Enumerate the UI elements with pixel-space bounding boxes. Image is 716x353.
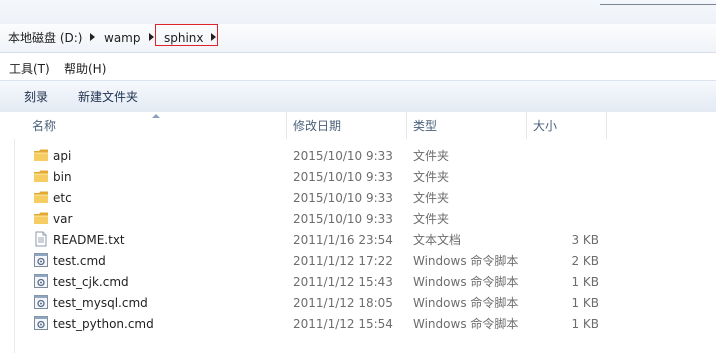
folder-icon [33,168,49,184]
breadcrumb-arrow-icon[interactable] [90,33,95,41]
file-modified-date: 2011/1/16 23:54 [293,233,393,247]
file-row[interactable]: test.cmd 2011/1/12 17:22 Windows 命令脚本 2 KB [28,250,628,271]
file-size: 2 KB [571,254,599,268]
file-name[interactable]: api [53,148,71,164]
file-size [539,148,599,164]
file-row[interactable]: test_cjk.cmd 2011/1/12 15:43 Windows 命令脚本 1… [28,271,628,292]
file-modified-date: 2015/10/10 9:33 [293,212,393,226]
file-size: 1 KB [571,296,599,310]
column-header-size[interactable]: 大小 [533,118,557,134]
file-name[interactable]: README.txt [53,232,125,248]
file-size [539,190,599,206]
folder-icon [33,210,49,226]
file-modified-date: 2015/10/10 9:33 [293,170,393,184]
script-file-icon [33,273,49,289]
column-divider[interactable] [606,112,607,139]
file-type: Windows 命令脚本 [413,296,519,310]
file-name[interactable]: test_python.cmd [53,316,154,332]
file-name[interactable]: var [53,211,72,227]
script-file-icon [33,252,49,268]
file-modified-date: 2015/10/10 9:33 [293,149,393,163]
window-top-strip [0,0,716,25]
file-name[interactable]: etc [53,190,72,206]
column-header-name[interactable]: 名称 [32,118,56,134]
file-modified-date: 2011/1/12 15:54 [293,317,393,331]
file-size [539,169,599,185]
file-modified-date: 2011/1/12 18:05 [293,296,393,310]
file-modified-date: 2011/1/12 15:43 [293,275,393,289]
script-file-icon [33,294,49,310]
menu-help[interactable]: 帮助(H) [64,61,106,77]
file-type: Windows 命令脚本 [413,275,519,289]
column-divider[interactable] [406,112,407,139]
divider-line [600,4,716,5]
file-name[interactable]: bin [53,169,72,185]
navigation-pane[interactable] [0,112,15,353]
file-size: 1 KB [571,275,599,289]
file-row[interactable]: test_mysql.cmd 2011/1/12 18:05 Windows 命令脚… [28,292,628,313]
menu-tools[interactable]: 工具(T) [9,61,50,77]
menu-bar: 工具(T) 帮助(H) [0,58,716,80]
script-file-icon [33,315,49,331]
column-divider[interactable] [526,112,527,139]
file-name[interactable]: test_cjk.cmd [53,274,129,290]
address-bar[interactable]: 本地磁盘 (D:) wamp sphinx [0,24,716,53]
file-row[interactable]: bin 2015/10/10 9:33 文件夹 [28,166,628,187]
column-header-modified[interactable]: 修改日期 [293,118,341,134]
text-file-icon [33,231,49,247]
column-divider[interactable] [286,112,287,139]
file-row[interactable]: var 2015/10/10 9:33 文件夹 [28,208,628,229]
file-row[interactable]: api 2015/10/10 9:33 文件夹 [28,145,628,166]
file-size [539,211,599,227]
file-name[interactable]: test_mysql.cmd [53,295,148,311]
file-size: 1 KB [571,317,599,331]
folder-icon [33,147,49,163]
command-toolbar: 刻录 新建文件夹 [0,80,716,113]
file-type: Windows 命令脚本 [413,317,519,331]
file-type: 文件夹 [413,170,450,184]
sort-ascending-icon [152,114,160,118]
column-header-row: 名称 修改日期 类型 大小 [0,112,716,139]
breadcrumb-item-wamp[interactable]: wamp [104,30,140,46]
file-type: 文件夹 [413,191,450,205]
file-modified-date: 2011/1/12 17:22 [293,254,393,268]
highlight-box [155,24,218,46]
burn-button[interactable]: 刻录 [24,89,48,105]
file-type: 文本文档 [413,233,462,247]
file-type: Windows 命令脚本 [413,254,519,268]
file-row[interactable]: README.txt 2011/1/16 23:54 文本文档 3 KB [28,229,628,250]
new-folder-button[interactable]: 新建文件夹 [78,89,138,105]
column-header-type[interactable]: 类型 [413,118,437,134]
file-type: 文件夹 [413,212,450,226]
breadcrumb-item-drive[interactable]: 本地磁盘 (D:) [8,30,82,46]
file-name[interactable]: test.cmd [53,253,106,269]
folder-icon [33,189,49,205]
breadcrumb-arrow-icon[interactable] [149,33,154,41]
file-row[interactable]: test_python.cmd 2011/1/12 15:54 Windows 命令… [28,313,628,334]
file-size: 3 KB [571,233,599,247]
file-row[interactable]: etc 2015/10/10 9:33 文件夹 [28,187,628,208]
file-modified-date: 2015/10/10 9:33 [293,191,393,205]
file-type: 文件夹 [413,149,450,163]
